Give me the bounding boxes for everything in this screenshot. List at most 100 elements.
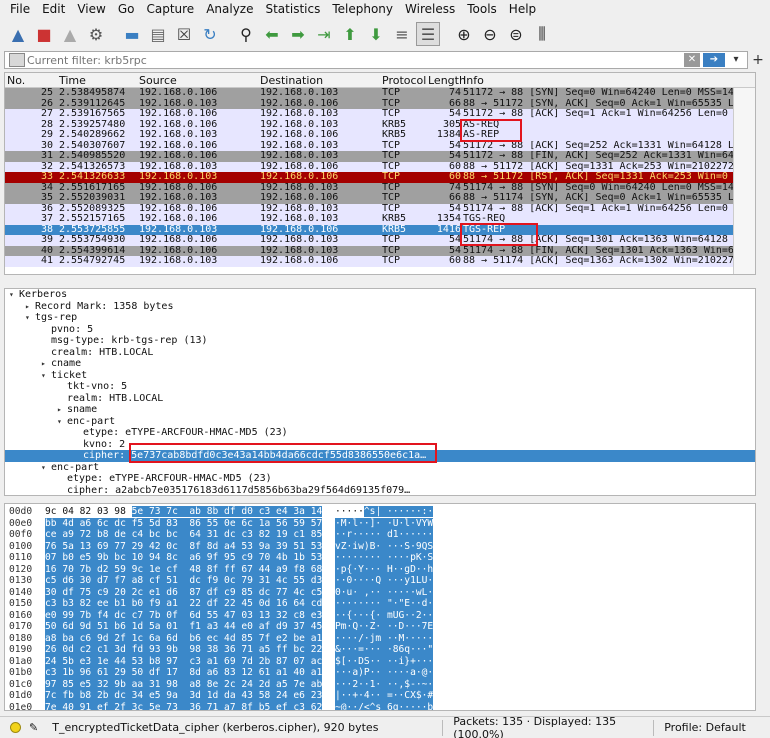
expand-arrow-icon[interactable]: ▸ (57, 404, 67, 416)
packet-row[interactable]: 35 2.552039031 192.168.0.103 192.168.0.106 T… (5, 192, 740, 204)
close-file-icon[interactable]: ☒ (172, 22, 196, 46)
reload-file-icon[interactable]: ↻ (198, 22, 222, 46)
bytes-hex[interactable]: e0 99 7b f4 dc c7 7b 0f 6d 55 47 03 13 3… (45, 609, 323, 621)
open-file-icon[interactable]: ▬ (120, 22, 144, 46)
tree-item[interactable]: etype: eTYPE-ARCFOUR-HMAC-MD5 (23) (5, 427, 755, 439)
tree-item[interactable]: ▾ ticket (5, 370, 755, 382)
collapse-arrow-icon[interactable]: ▾ (25, 312, 35, 324)
bookmark-icon[interactable] (9, 53, 25, 67)
tree-item[interactable]: ▸ sname (5, 404, 755, 416)
bytes-row[interactable]: 01a0 24 5b e3 1e 44 53 b8 97 c3 a1 69 7d … (5, 655, 755, 667)
bytes-hex[interactable]: bb 4d a6 6c dc f5 5d 83 86 55 0e 6c 1a 5… (45, 517, 323, 529)
bytes-hex[interactable]: 16 70 7b d2 59 9c 1e cf 48 8f ff 67 44 a… (45, 563, 323, 575)
tree-item[interactable]: ▾ enc-part (5, 416, 755, 428)
go-first-packet-icon[interactable]: ⬆ (338, 22, 362, 46)
go-last-packet-icon[interactable]: ⬇ (364, 22, 388, 46)
column-source[interactable]: Source (139, 74, 177, 87)
packet-row[interactable]: 33 2.541326633 192.168.0.103 192.168.0.106 T… (5, 171, 740, 183)
bytes-ascii[interactable]: ~@··/<^s 6q·····b (335, 701, 434, 710)
clear-filter-icon[interactable]: ✕ (684, 53, 700, 67)
capture-options-icon[interactable]: ⚙ (84, 22, 108, 46)
save-file-icon[interactable]: ▤ (146, 22, 170, 46)
go-to-packet-icon[interactable]: ⇥ (312, 22, 336, 46)
tree-item[interactable]: realm: HTB.LOCAL (5, 393, 755, 405)
tree-item[interactable]: msg-type: krb-tgs-rep (13) (5, 335, 755, 347)
colorize-icon[interactable]: ☰ (416, 22, 440, 46)
bytes-hex[interactable]: c3 1b 96 61 29 50 df 17 8d a6 83 12 61 a… (45, 667, 323, 679)
restart-capture-icon[interactable]: ▲ (58, 22, 82, 46)
packet-row[interactable]: 29 2.540289662 192.168.0.103 192.168.0.106 K… (5, 129, 733, 141)
column-time[interactable]: Time (59, 74, 86, 87)
recent-filters-icon[interactable]: ▾ (728, 53, 744, 67)
resize-columns-icon[interactable]: ⫼ (530, 22, 554, 46)
bytes-row[interactable]: 01b0 c3 1b 96 61 29 50 df 17 8d a6 83 12 … (5, 667, 755, 679)
auto-scroll-icon[interactable]: ≡ (390, 22, 414, 46)
menu-statistics[interactable]: Statistics (259, 0, 326, 18)
bytes-row[interactable]: 01e0 7e 40 91 ef 2f 3c 5e 73 36 71 a7 8f … (5, 701, 755, 710)
tree-item[interactable]: ▸ cname (5, 358, 755, 370)
bytes-ascii[interactable]: 0·u· ,·· ·····wL· (335, 586, 434, 598)
bytes-row[interactable]: 0110 07 b0 e5 9b bc 10 94 8c a6 9f 95 c9 … (5, 552, 755, 564)
collapse-arrow-icon[interactable]: ▾ (41, 370, 51, 382)
packet-row[interactable]: 39 2.553754930 192.168.0.106 192.168.0.103 T… (5, 234, 740, 246)
go-back-icon[interactable]: ⬅ (260, 22, 284, 46)
packet-minimap[interactable] (733, 88, 755, 274)
bytes-row[interactable]: 0180 a8 ba c6 9d 2f 1c 6a 6d b6 ec 4d 85 … (5, 632, 755, 644)
bytes-row[interactable]: 0120 16 70 7b d2 59 9c 1e cf 48 8f ff 67 … (5, 563, 755, 575)
bytes-ascii[interactable]: Pm·Q··Z· ··D···7E (335, 621, 434, 633)
bytes-hex[interactable]: 76 5a 13 69 77 29 42 0c 8f 8d a4 53 9a 3… (45, 540, 323, 552)
bytes-hex[interactable]: 26 0d c2 c1 3d fd 93 9b 98 38 36 71 a5 f… (45, 644, 323, 656)
display-filter-input[interactable] (27, 53, 684, 67)
tree-item[interactable]: cipher: a2abcb7e035176183d6117d5856b63ba… (5, 485, 755, 496)
collapse-arrow-icon[interactable]: ▾ (57, 416, 67, 428)
collapse-arrow-icon[interactable]: ▾ (9, 289, 19, 301)
expand-arrow-icon[interactable]: ▸ (41, 358, 51, 370)
tree-item[interactable]: ▾ tgs-rep (5, 312, 755, 324)
bytes-ascii[interactable]: ··{···{· mUG··2·· (335, 609, 434, 621)
tree-item[interactable]: ▾ enc-part (5, 462, 755, 474)
menu-wireless[interactable]: Wireless (399, 0, 461, 18)
bytes-row[interactable]: 0170 50 6d 9d 51 b6 1d 5a 01 f1 a3 44 e0 … (5, 621, 755, 633)
bytes-hex[interactable]: c5 d6 30 d7 f7 a8 cf 51 dc f9 0c 79 31 4… (45, 575, 323, 587)
column-info[interactable]: Info (463, 74, 755, 87)
expert-info-icon[interactable] (10, 722, 21, 733)
tree-item[interactable]: pvno: 5 (5, 324, 755, 336)
menu-capture[interactable]: Capture (140, 0, 200, 18)
bytes-ascii[interactable]: ········ "·"E··d· (335, 598, 434, 610)
bytes-row[interactable]: 00e0 bb 4d a6 6c dc f5 5d 83 86 55 0e 6c … (5, 517, 755, 529)
bytes-row[interactable]: 0130 c5 d6 30 d7 f7 a8 cf 51 dc f9 0c 79 … (5, 575, 755, 587)
bytes-hex[interactable]: 07 b0 e5 9b bc 10 94 8c a6 9f 95 c9 70 4… (45, 552, 323, 564)
bytes-ascii[interactable]: |··+·4·· =··CX$·# (335, 690, 434, 702)
bytes-hex[interactable]: 9c 04 82 03 98 5e 73 7c ab 8b df d0 c3 e… (45, 506, 323, 518)
menu-view[interactable]: View (71, 0, 111, 18)
bytes-hex[interactable]: c3 b3 82 ee b1 b0 f9 a1 22 df 22 45 0d 1… (45, 598, 323, 610)
menu-file[interactable]: File (4, 0, 36, 18)
column-no[interactable]: No. (7, 74, 55, 87)
shark-fin-start-icon[interactable]: ▲ (6, 22, 30, 46)
menu-analyze[interactable]: Analyze (200, 0, 259, 18)
bytes-row[interactable]: 0150 c3 b3 82 ee b1 b0 f9 a1 22 df 22 45 … (5, 598, 755, 610)
menu-go[interactable]: Go (112, 0, 141, 18)
bytes-ascii[interactable]: ···2··1· ··,$-·~· (335, 678, 434, 690)
status-profile[interactable]: Profile: Default (664, 721, 746, 734)
bytes-row[interactable]: 0140 30 df 75 c9 20 2c e1 d6 87 df c9 85 … (5, 586, 755, 598)
bytes-row[interactable]: 01c0 97 85 e5 32 9b aa 31 98 a8 8e 2c 24 … (5, 678, 755, 690)
tree-item[interactable]: ▸ Record Mark: 1358 bytes (5, 301, 755, 313)
bytes-hex[interactable]: ce a9 72 b8 de c4 bc bc 64 31 dc c3 82 1… (45, 529, 323, 541)
column-protocol[interactable]: Protocol (382, 74, 426, 87)
bytes-row[interactable]: 00f0 ce a9 72 b8 de c4 bc bc 64 31 dc c3 … (5, 529, 755, 541)
add-filter-button-icon[interactable]: + (750, 51, 766, 69)
bytes-row[interactable]: 00d0 9c 04 82 03 98 5e 73 7c ab 8b df d0 … (5, 506, 755, 518)
packet-row[interactable]: 27 2.539167565 192.168.0.106 192.168.0.103 T… (5, 108, 733, 120)
tree-item[interactable]: crealm: HTB.LOCAL (5, 347, 755, 359)
menu-tools[interactable]: Tools (461, 0, 503, 18)
column-destination[interactable]: Destination (260, 74, 323, 87)
bytes-ascii[interactable]: ········ ····pK·S (335, 552, 434, 564)
bytes-hex[interactable]: 97 85 e5 32 9b aa 31 98 a8 8e 2c 24 2d a… (45, 678, 323, 690)
column-length[interactable]: Length (428, 74, 466, 87)
collapse-arrow-icon[interactable]: ▾ (41, 462, 51, 474)
bytes-hex[interactable]: 24 5b e3 1e 44 53 b8 97 c3 a1 69 7d 2b 8… (45, 655, 323, 667)
bytes-row[interactable]: 0100 76 5a 13 69 77 29 42 0c 8f 8d a4 53 … (5, 540, 755, 552)
apply-filter-icon[interactable]: ➔ (703, 53, 725, 67)
bytes-ascii[interactable]: $[··DS·· ··i}+··· (335, 655, 434, 667)
